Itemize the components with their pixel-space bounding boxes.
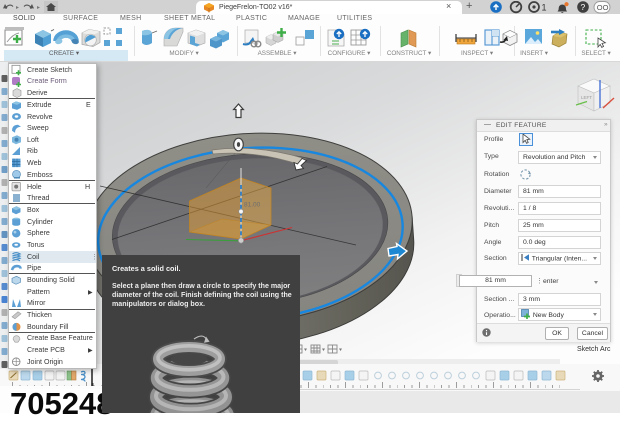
svg-text:81.00: 81.00 [244,202,261,209]
svg-text:?: ? [581,2,586,12]
svg-text:OO: OO [597,3,609,12]
svg-text:1: 1 [542,3,547,13]
svg-text:LEFT: LEFT [581,95,592,100]
